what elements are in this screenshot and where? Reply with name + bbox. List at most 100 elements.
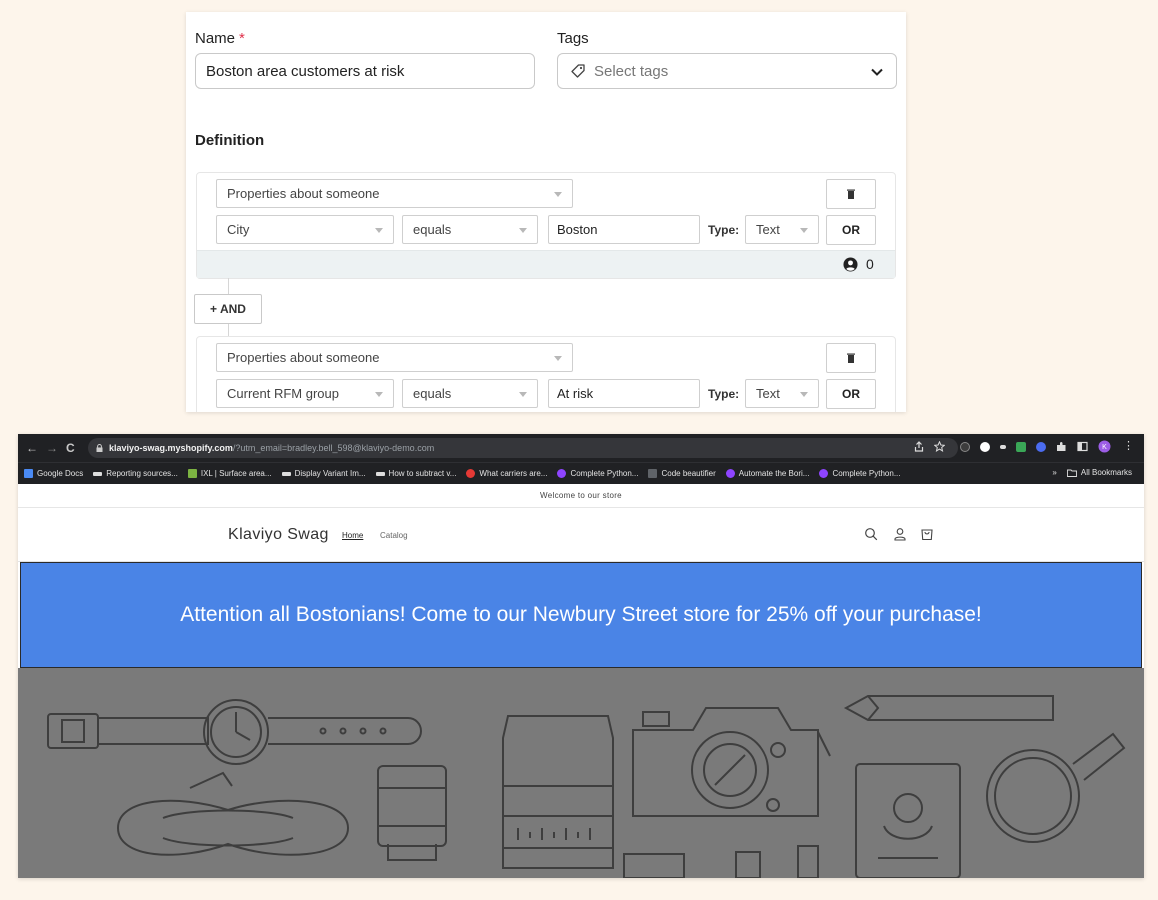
tag-icon (570, 63, 586, 79)
bookmark-icon (557, 469, 567, 478)
kebab-menu-icon[interactable]: ⋮ (1123, 439, 1134, 452)
browser-toolbar: ← → C klaviyo-swag.myshopify.com/?utm_em… (18, 434, 1144, 462)
bookmark-item[interactable]: How to subtract v... (375, 469, 456, 478)
condition-value-input[interactable]: At risk (548, 379, 700, 408)
bookmark-item[interactable]: Complete Python... (557, 469, 638, 478)
value-type-value: Text (756, 222, 780, 237)
bookmarks-bar: Google Docs Reporting sources... IXL | S… (18, 462, 1144, 484)
all-bookmarks-link[interactable]: All Bookmarks (1081, 468, 1132, 477)
trash-icon (847, 353, 855, 363)
operator-select[interactable]: equals (402, 215, 538, 244)
operator-select[interactable]: equals (402, 379, 538, 408)
bookmark-item[interactable]: Display Variant Im... (281, 469, 366, 478)
svg-text:K: K (1102, 444, 1107, 451)
reload-icon[interactable]: C (66, 439, 75, 457)
condition-group: Properties about someone City equals Bos… (196, 172, 896, 279)
delete-condition-button[interactable] (826, 179, 876, 209)
extension-icon[interactable] (1016, 441, 1026, 452)
caret-down-icon (800, 228, 808, 233)
type-label: Type: (708, 223, 740, 237)
bookmark-icon (725, 469, 735, 478)
add-and-button[interactable]: + AND (194, 294, 262, 324)
condition-value-input[interactable]: Boston (548, 215, 700, 244)
extension-icon[interactable] (1036, 441, 1046, 452)
puzzle-icon[interactable] (1056, 441, 1067, 452)
name-input[interactable]: Boston area customers at risk (195, 53, 535, 89)
bookmark-label: Display Variant Im... (294, 469, 366, 478)
extension-icon[interactable] (960, 441, 970, 452)
bookmarks-overflow-button[interactable]: » (1052, 468, 1056, 477)
profile-avatar-icon[interactable]: K (1098, 440, 1111, 453)
extension-icon[interactable] (1000, 444, 1006, 449)
announcement-bar: Welcome to our store (18, 484, 1144, 508)
bookmark-icon (819, 469, 829, 478)
delete-condition-button[interactable] (826, 343, 876, 373)
bookmark-item[interactable]: IXL | Surface area... (187, 469, 272, 478)
required-mark: * (239, 30, 245, 47)
back-arrow-icon[interactable]: ← (26, 439, 38, 457)
or-button[interactable]: OR (826, 215, 876, 245)
profile-count: 0 (843, 256, 874, 272)
tags-label: Tags (557, 30, 589, 47)
caret-down-icon (375, 392, 383, 397)
star-icon[interactable] (934, 441, 945, 452)
bookmark-label: Google Docs (37, 469, 84, 478)
value-type-select[interactable]: Text (745, 379, 819, 408)
caret-down-icon (554, 356, 562, 361)
type-label: Type: (708, 387, 740, 401)
bookmark-label: IXL | Surface area... (200, 469, 272, 478)
condition-type-select[interactable]: Properties about someone (216, 343, 573, 372)
segment-editor-card: Name * Boston area customers at risk Tags… (186, 12, 906, 412)
account-icon[interactable] (893, 527, 907, 541)
value-type-select[interactable]: Text (745, 215, 819, 244)
condition-value-text: At risk (557, 386, 594, 401)
hero-image (18, 668, 1144, 878)
omnibox-actions (914, 441, 945, 452)
bookmark-item[interactable]: Code beautifier (648, 469, 716, 478)
bookmark-item[interactable]: Automate the Bori... (725, 469, 809, 478)
condition-footer: 0 (197, 250, 895, 278)
bookmark-item[interactable]: Google Docs (24, 469, 83, 478)
operator-value: equals (413, 386, 452, 401)
name-label-text: Name (195, 30, 236, 47)
chevron-down-icon (870, 65, 884, 79)
condition-type-value: Properties about someone (227, 350, 380, 365)
name-input-value: Boston area customers at risk (206, 62, 405, 80)
folder-icon (1066, 469, 1077, 477)
share-icon[interactable] (914, 441, 924, 452)
property-select[interactable]: City (216, 215, 394, 244)
caret-down-icon (519, 392, 527, 397)
condition-type-select[interactable]: Properties about someone (216, 179, 573, 208)
bookmark-icon (281, 471, 291, 476)
extension-icon[interactable] (980, 441, 990, 452)
nav-home-link[interactable]: Home (342, 531, 363, 540)
tags-select[interactable]: Select tags (557, 53, 897, 89)
nav-catalog-link[interactable]: Catalog (380, 531, 408, 540)
bookmark-icon (93, 471, 103, 476)
property-value: City (227, 222, 250, 237)
search-icon[interactable] (864, 527, 878, 541)
caret-down-icon (375, 228, 383, 233)
url-domain: klaviyo-swag.myshopify.com (109, 443, 233, 453)
user-circle-icon (843, 256, 858, 272)
or-button[interactable]: OR (826, 379, 876, 409)
definition-title: Definition (195, 132, 265, 149)
forward-arrow-icon[interactable]: → (46, 439, 58, 457)
property-select[interactable]: Current RFM group (216, 379, 394, 408)
store-logo[interactable]: Klaviyo Swag (228, 526, 329, 544)
operator-value: equals (413, 222, 452, 237)
cart-icon[interactable] (920, 527, 934, 541)
bookmark-item[interactable]: What carriers are... (466, 469, 547, 478)
bookmark-item[interactable]: Reporting sources... (93, 469, 178, 478)
value-type-value: Text (756, 386, 780, 401)
browser-window: ← → C klaviyo-swag.myshopify.com/?utm_em… (18, 434, 1144, 878)
side-panel-icon[interactable] (1077, 441, 1088, 452)
bookmark-item[interactable]: Complete Python... (819, 469, 901, 478)
condition-group: Properties about someone Current RFM gro… (196, 336, 896, 412)
hero-illustration (47, 695, 1126, 878)
address-bar[interactable]: klaviyo-swag.myshopify.com/?utm_email=br… (88, 438, 958, 458)
property-value: Current RFM group (227, 386, 339, 401)
bookmark-icon (648, 469, 658, 478)
condition-value-text: Boston (557, 222, 598, 237)
name-label: Name * (195, 30, 245, 47)
